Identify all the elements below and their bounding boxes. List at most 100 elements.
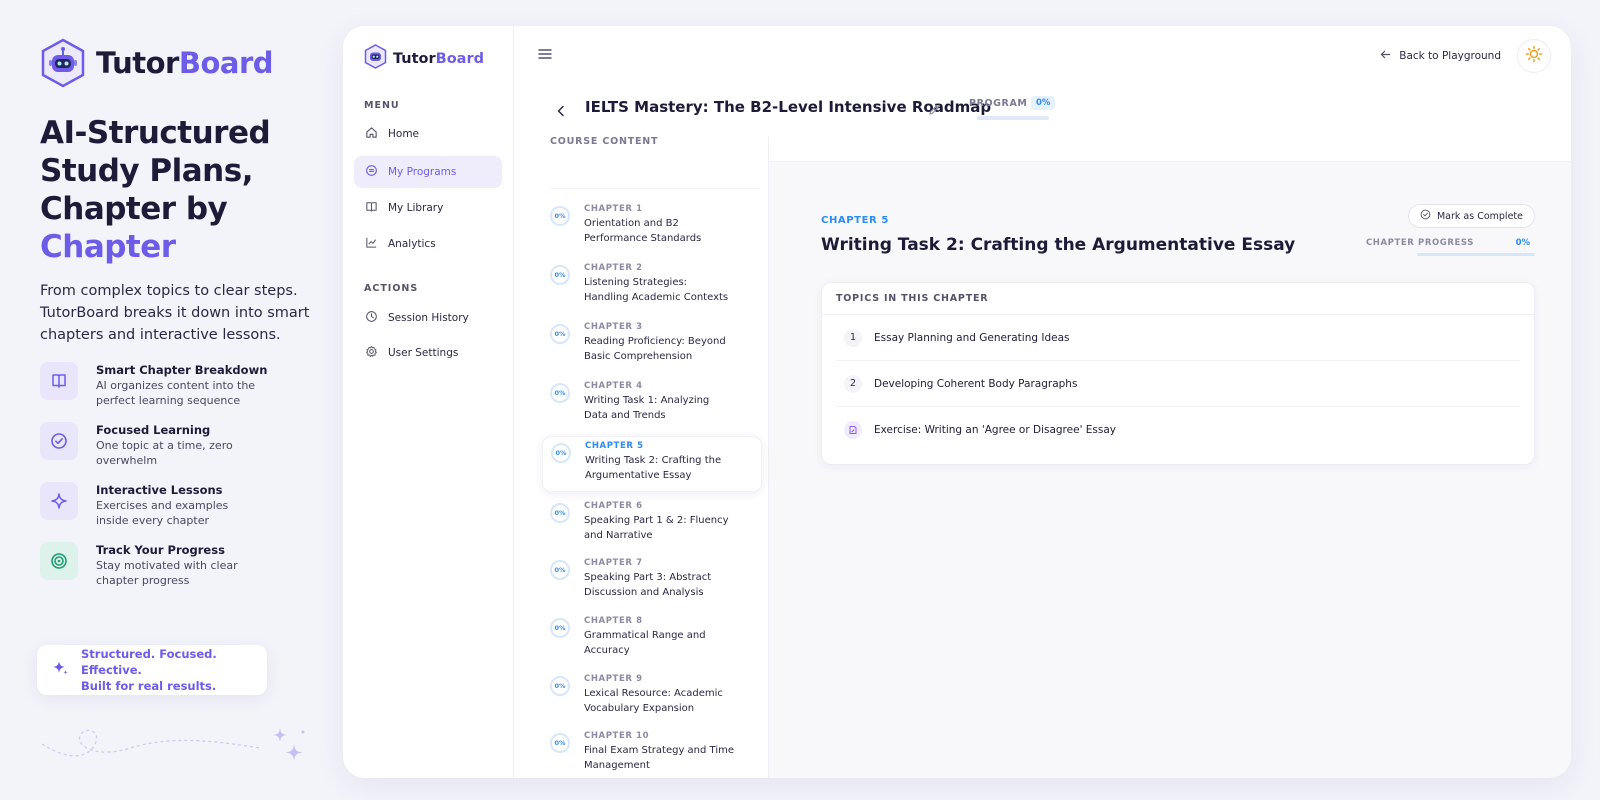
hamburger-menu-icon[interactable] (538, 46, 552, 65)
headline-accent: Chapter (40, 229, 176, 265)
chapter-item[interactable]: 0% CHAPTER 1 Orientation and B2 Performan… (542, 200, 762, 256)
sidebar-item-label: Home (388, 128, 420, 140)
sidebar-item-session-history[interactable]: Session History (354, 302, 502, 334)
check-circle-icon (40, 422, 78, 460)
chapter-progress-ring: 0% (550, 733, 570, 753)
chapter-number: CHAPTER 2 (584, 263, 643, 273)
chapter-detail: CHAPTER 5 Writing Task 2: Crafting the A… (769, 162, 1571, 778)
program-progress-percent: 0% (1031, 96, 1056, 110)
chapter-name: Writing Task 2: Crafting the Argumentati… (585, 455, 722, 481)
chapter-progress-ring: 0% (550, 618, 570, 638)
chapter-progress-ring: 0% (550, 383, 570, 403)
feature-title: Track Your Progress (96, 543, 225, 557)
robot-logo-icon (364, 44, 387, 73)
chapter-progress-ring: 0% (550, 206, 570, 226)
check-circle-icon (1420, 209, 1431, 223)
sidebar-item-my-library[interactable]: My Library (354, 192, 502, 224)
tagline-card: Structured. Focused. Effective. Built fo… (37, 645, 267, 695)
sidebar-item-label: My Library (388, 202, 444, 214)
feature-list: Smart Chapter Breakdown AI organizes con… (40, 362, 310, 590)
sidebar-item-analytics[interactable]: Analytics (354, 228, 502, 260)
topic-title: Exercise: Writing an 'Agree or Disagree'… (874, 424, 1117, 436)
chapter-name: Lexical Resource: Academic Vocabulary Ex… (584, 688, 723, 714)
clock-icon (365, 310, 378, 326)
feature-title: Interactive Lessons (96, 483, 223, 497)
sidebar: TutorBoard MENU Home My Programs My Libr… (343, 26, 514, 778)
chapter-item[interactable]: 0% CHAPTER 9 Lexical Resource: Academic V… (542, 670, 762, 726)
sidebar-item-my-programs[interactable]: My Programs (354, 156, 502, 188)
theme-toggle-button[interactable] (1517, 39, 1551, 73)
promo-lead: From complex topics to clear steps. Tuto… (40, 283, 310, 343)
chapter-number: CHAPTER 5 (585, 441, 644, 451)
chapter-item[interactable]: 0% CHAPTER 4 Writing Task 1: Analyzing Da… (542, 377, 762, 433)
library-icon (365, 200, 378, 216)
gear-icon (365, 345, 378, 361)
chapter-item[interactable]: 0% CHAPTER 2 Listening Strategies: Handli… (542, 259, 762, 315)
promo-brand: TutorBoard (40, 38, 310, 88)
home-icon (365, 126, 378, 142)
back-to-playground-link[interactable]: Back to Playground (1380, 49, 1501, 63)
promo-brand-name: TutorBoard (96, 46, 274, 80)
chapter-number: CHAPTER 6 (584, 501, 643, 511)
feature-item: Interactive Lessons Exercises and exampl… (40, 482, 310, 530)
chapter-item[interactable]: 0% CHAPTER 8 Grammatical Range and Accura… (542, 612, 762, 668)
sidebar-item-label: Session History (388, 312, 469, 324)
promo-headline: AI-Structured Study Plans, Chapter by Ch… (40, 114, 310, 266)
course-content-panel: COURSE CONTENT 0% CHAPTER 1 Orientation a… (514, 136, 769, 778)
topic-item-exercise[interactable]: Exercise: Writing an 'Agree or Disagree'… (836, 407, 1520, 453)
chapter-item[interactable]: 0% CHAPTER 10 Final Exam Strategy and Tim… (542, 727, 762, 778)
programs-icon (365, 164, 378, 180)
chapter-progress-ring: 0% (550, 265, 570, 285)
mark-as-complete-button[interactable]: Mark as Complete (1407, 204, 1535, 228)
chapter-item-active[interactable]: 0% CHAPTER 5 Writing Task 2: Crafting the… (542, 436, 762, 492)
chapter-name: Reading Proficiency: Beyond Basic Compre… (584, 336, 726, 362)
sparkle-icon (51, 659, 69, 681)
chapter-item[interactable]: 0% CHAPTER 3 Reading Proficiency: Beyond … (542, 318, 762, 374)
pencil-icon[interactable] (928, 101, 940, 120)
divider (550, 188, 760, 189)
topic-item[interactable]: 1 Essay Planning and Generating Ideas (836, 315, 1520, 361)
chapter-number: CHAPTER 7 (584, 558, 643, 568)
topics-card: TOPICS IN THIS CHAPTER 1 Essay Planning … (821, 282, 1535, 465)
chapter-progress-ring: 0% (550, 676, 570, 696)
feature-desc: Exercises and examples inside every chap… (96, 499, 229, 527)
chapter-item[interactable]: 0% CHAPTER 7 Speaking Part 3: Abstract Di… (542, 554, 762, 610)
topic-title: Essay Planning and Generating Ideas (874, 331, 1070, 344)
chapter-number: CHAPTER 3 (584, 322, 643, 332)
chapter-number: CHAPTER 8 (584, 616, 643, 626)
feature-item: Smart Chapter Breakdown AI organizes con… (40, 362, 310, 410)
feature-title: Focused Learning (96, 423, 211, 437)
chapter-name: Writing Task 1: Analyzing Data and Trend… (584, 395, 710, 421)
sidebar-brand-name: TutorBoard (393, 51, 484, 67)
chapter-number: CHAPTER 1 (584, 204, 643, 214)
chapter-progress-ring: 0% (551, 443, 571, 463)
target-icon (40, 542, 78, 580)
chapter-number: CHAPTER 9 (584, 674, 643, 684)
feature-title: Smart Chapter Breakdown (96, 363, 268, 377)
chapter-number: CHAPTER 4 (584, 381, 643, 391)
promo-panel: TutorBoard AI-Structured Study Plans, Ch… (40, 38, 310, 602)
program-progress-bar (977, 116, 1049, 120)
feature-desc: Stay motivated with clear chapter progre… (96, 559, 238, 587)
chevron-left-icon[interactable] (556, 102, 566, 121)
chapter-progress-ring: 0% (550, 324, 570, 344)
sidebar-brand[interactable]: TutorBoard (364, 44, 484, 73)
sparkle-icon (40, 482, 78, 520)
topic-item[interactable]: 2 Developing Coherent Body Paragraphs (836, 361, 1520, 407)
back-link-label: Back to Playground (1399, 50, 1501, 62)
feature-desc: One topic at a time, zero overwhelm (96, 439, 233, 467)
feature-desc: AI organizes content into the perfect le… (96, 379, 256, 407)
chapter-name: Speaking Part 3: Abstract Discussion and… (584, 572, 712, 598)
app-window: TutorBoard MENU Home My Programs My Libr… (343, 26, 1571, 778)
sidebar-item-label: Analytics (388, 238, 436, 250)
chapter-item[interactable]: 0% CHAPTER 6 Speaking Part 1 & 2: Fluency… (542, 497, 762, 553)
sidebar-item-home[interactable]: Home (354, 118, 502, 150)
topbar: Back to Playground (514, 26, 1571, 86)
chapter-name: Listening Strategies: Handling Academic … (584, 277, 729, 303)
sidebar-item-user-settings[interactable]: User Settings (354, 337, 502, 369)
sun-icon (1525, 45, 1543, 67)
chart-icon (365, 236, 378, 252)
chapter-name: Final Exam Strategy and Time Management (584, 745, 734, 771)
course-content-heading: COURSE CONTENT (550, 136, 659, 147)
topics-heading: TOPICS IN THIS CHAPTER (822, 283, 1534, 315)
